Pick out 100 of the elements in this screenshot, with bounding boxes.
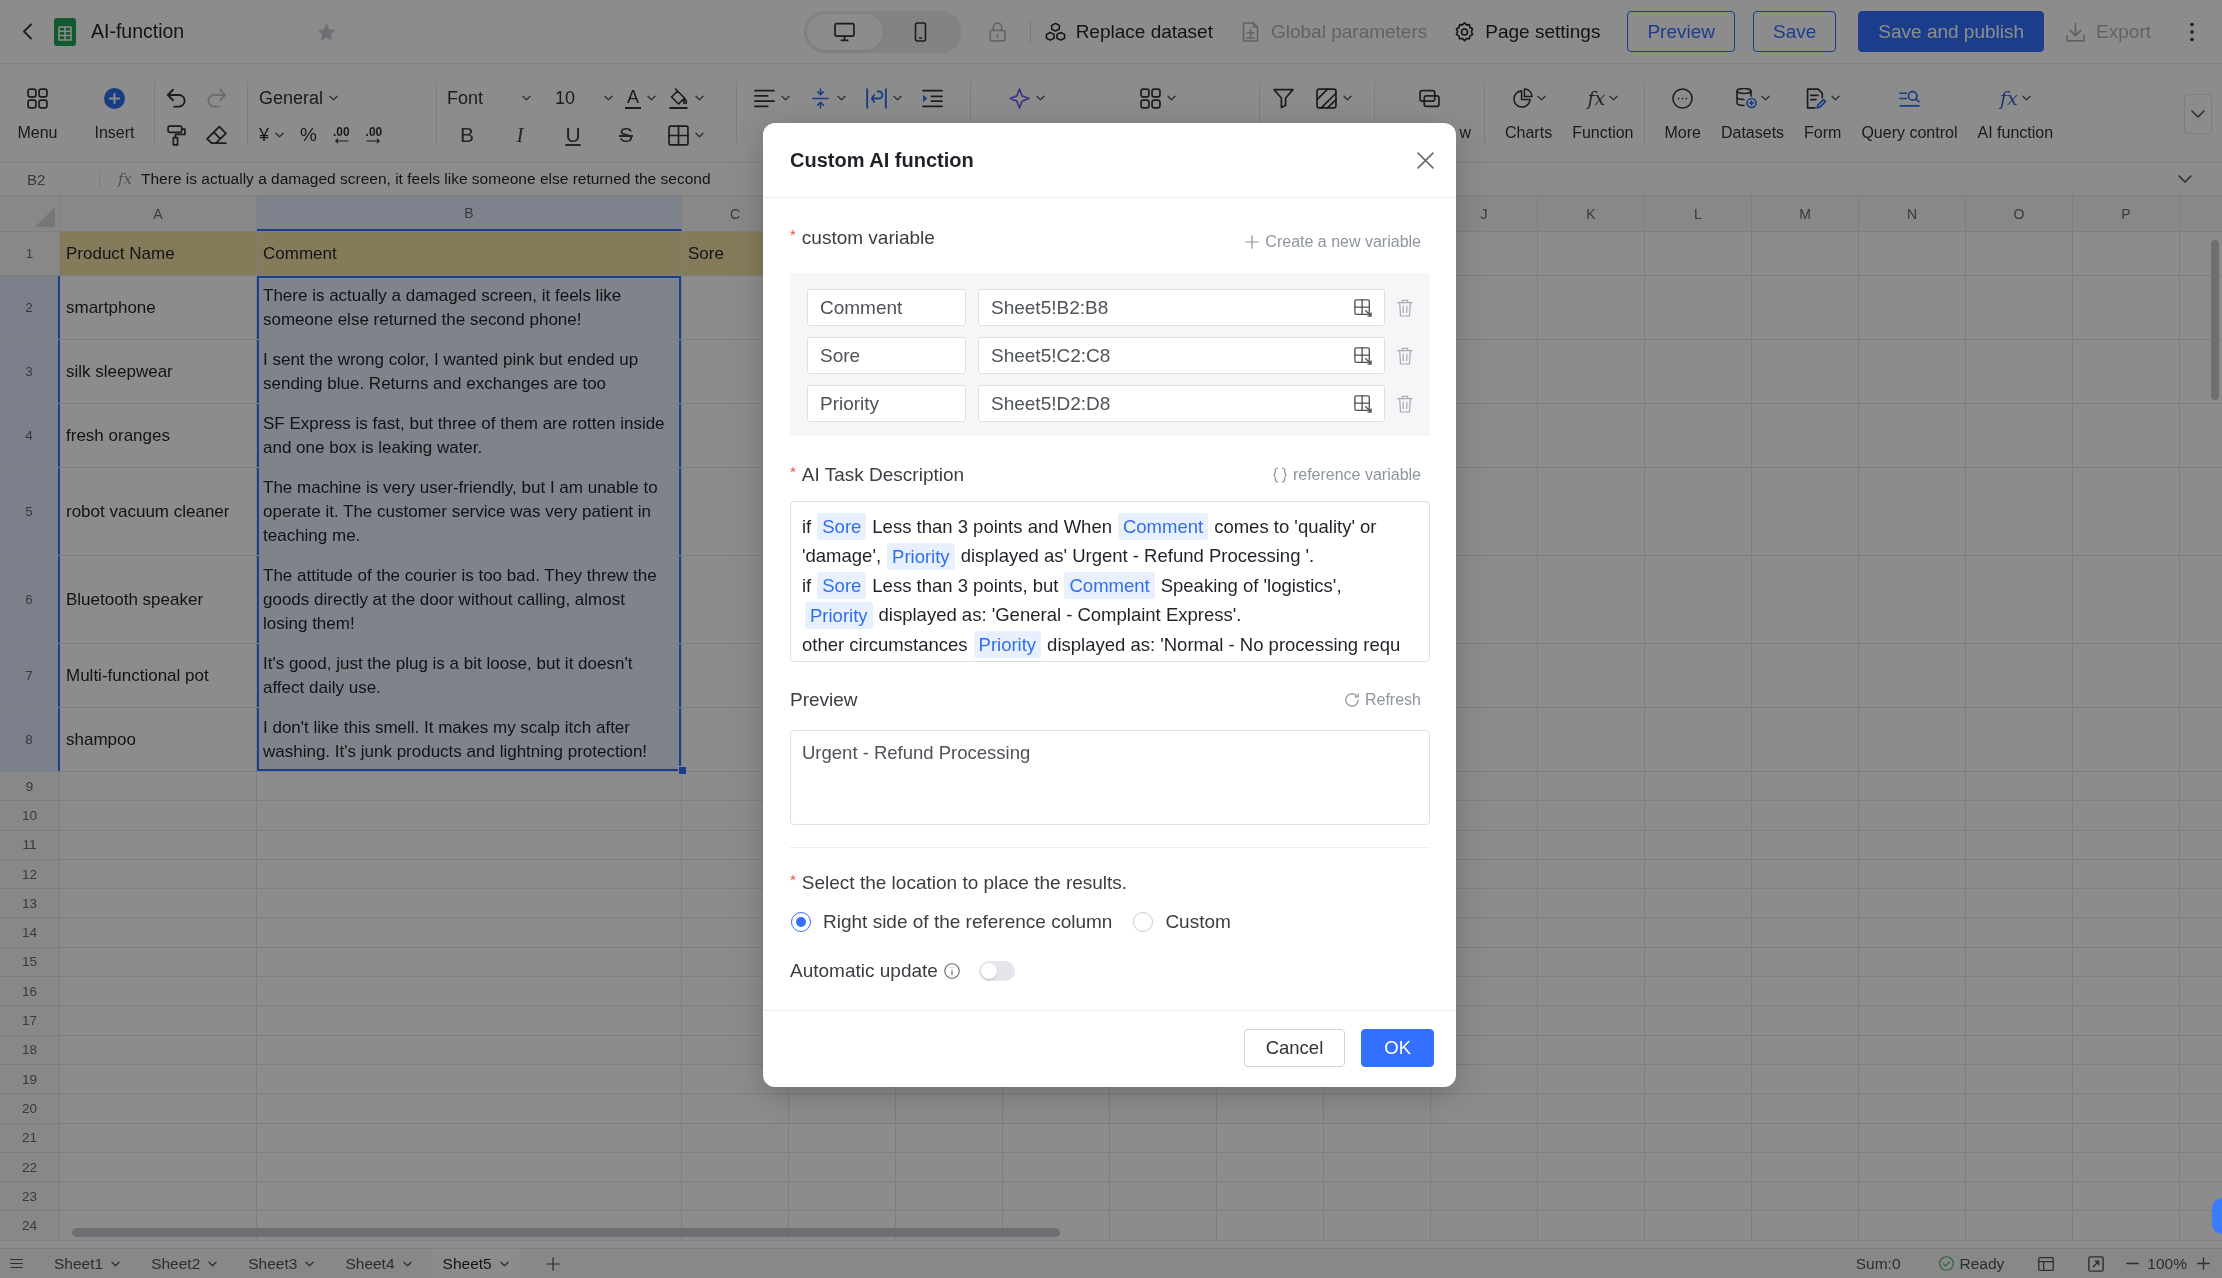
header-action[interactable]: Page settings [1454, 20, 1601, 43]
range-field[interactable]: Sheet5!D2:D8 [978, 385, 1385, 422]
toolbar-button[interactable]: Datasets [1710, 64, 1795, 143]
chevron-down-icon[interactable] [2178, 175, 2192, 183]
header-action[interactable]: Replace dataset [1044, 20, 1213, 43]
header-button[interactable]: Save [1753, 11, 1837, 52]
column-header[interactable]: L [1645, 196, 1752, 231]
header-button[interactable]: Save and publish [1858, 11, 2045, 52]
row-header[interactable]: 21 [0, 1123, 60, 1152]
row-header[interactable]: 8 [0, 708, 60, 771]
formula-input[interactable]: There is actually a damaged screen, it feels like someone else returned the second [141, 170, 711, 188]
radio-label[interactable]: Custom [1165, 911, 1231, 933]
select-range-icon[interactable] [1354, 394, 1372, 413]
borders-icon[interactable] [668, 124, 689, 146]
font-dropdown[interactable]: Font [447, 87, 531, 109]
column-header[interactable]: P [2073, 196, 2180, 231]
align-left-icon[interactable] [754, 87, 775, 109]
collapse-button[interactable] [2184, 94, 2212, 134]
strikethrough-button[interactable]: S [615, 123, 637, 147]
radio-button[interactable] [791, 912, 811, 932]
indent-icon[interactable] [922, 87, 943, 109]
fill-handle[interactable] [678, 766, 687, 775]
paint-bucket-icon[interactable] [668, 87, 689, 109]
scrollbar-thumb[interactable] [72, 1228, 1060, 1237]
row-header[interactable]: 7 [0, 644, 60, 707]
stacked-windows-icon[interactable] [1419, 87, 1440, 109]
font-color-button[interactable]: A [625, 87, 656, 109]
sheet-tab[interactable]: Sheet3 [237, 1249, 326, 1278]
menu-icon[interactable] [10, 1258, 23, 1269]
toolbar-button[interactable]: Insert [75, 64, 154, 143]
caret-icon[interactable] [1167, 95, 1176, 101]
toolbar-button[interactable]: Form [1794, 64, 1852, 143]
column-header[interactable]: M [1752, 196, 1859, 231]
undo-icon[interactable] [166, 87, 187, 109]
toolbar-button[interactable]: fx AI function [1967, 64, 2064, 143]
row-header[interactable]: 5 [0, 468, 60, 555]
decrease-decimal-button[interactable]: .00 [332, 126, 350, 144]
star-icon[interactable] [317, 22, 337, 41]
scrollbar-thumb[interactable] [2211, 240, 2219, 400]
view-mode-button[interactable] [806, 13, 883, 50]
column-header[interactable]: K [1538, 196, 1645, 231]
toolbar-button[interactable]: Query control [1851, 64, 1968, 143]
row-header[interactable]: 24 [0, 1211, 60, 1240]
task-description-field[interactable] [790, 501, 1430, 662]
row-header[interactable]: 16 [0, 977, 60, 1006]
row-header[interactable]: 19 [0, 1064, 60, 1094]
sheet-tab[interactable]: Sheet4 [334, 1249, 423, 1278]
hatched-square-icon[interactable] [1316, 87, 1337, 109]
row-header[interactable]: 11 [0, 830, 60, 859]
percent-button[interactable]: % [300, 124, 317, 146]
toggle-switch[interactable] [978, 961, 1015, 981]
range-field[interactable]: Sheet5!B2:B8 [978, 289, 1385, 326]
cell-reference[interactable]: B2 [0, 170, 99, 188]
currency-button[interactable]: ¥ [259, 124, 284, 146]
column-header[interactable]: O [1966, 196, 2073, 231]
row-header[interactable]: 18 [0, 1035, 60, 1064]
vertical-center-icon[interactable] [810, 87, 831, 109]
toolbar-button[interactable]: Menu [0, 64, 75, 143]
caret-icon[interactable] [695, 132, 704, 138]
refresh-link[interactable]: Refresh [1344, 691, 1421, 709]
row-header[interactable]: 4 [0, 404, 60, 467]
toolbar-button[interactable]: More [1654, 64, 1711, 143]
info-icon[interactable] [943, 963, 960, 979]
caret-icon[interactable] [893, 95, 902, 101]
range-field[interactable]: Sheet5!C2:C8 [978, 337, 1385, 374]
toolbar-button[interactable]: fx Function [1562, 64, 1644, 143]
row-header[interactable]: 13 [0, 889, 60, 918]
number-format-dropdown[interactable]: General [259, 87, 339, 109]
sheet-tab[interactable]: Sheet5 [431, 1249, 520, 1278]
header-button[interactable]: Preview [1627, 11, 1735, 52]
plus-icon[interactable] [2197, 1257, 2210, 1270]
caret-icon[interactable] [837, 95, 846, 101]
select-range-icon[interactable] [1354, 346, 1372, 365]
row-header[interactable]: 14 [0, 918, 60, 947]
column-header[interactable]: N [1859, 196, 1966, 231]
expand-icon[interactable] [2088, 1255, 2105, 1272]
row-header[interactable]: 12 [0, 859, 60, 889]
row-header[interactable]: 6 [0, 556, 60, 643]
trash-icon[interactable] [1397, 298, 1413, 317]
row-header[interactable]: 10 [0, 801, 60, 830]
sheet-tab[interactable]: Sheet1 [43, 1249, 132, 1278]
trash-icon[interactable] [1397, 394, 1413, 413]
caret-icon[interactable] [1036, 95, 1045, 101]
row-header[interactable]: 22 [0, 1152, 60, 1182]
select-range-icon[interactable] [1354, 298, 1372, 317]
caret-icon[interactable] [695, 95, 704, 101]
row-header[interactable]: 3 [0, 340, 60, 403]
italic-button[interactable]: I [509, 122, 531, 148]
toolbar-button[interactable]: Charts [1495, 64, 1563, 143]
grid-view-icon[interactable] [2038, 1255, 2055, 1272]
reference-variable-link[interactable]: reference variable [1272, 466, 1421, 484]
radio-label[interactable]: Right side of the reference column [823, 911, 1113, 933]
wrap-text-icon[interactable] [866, 87, 887, 109]
grid-icon[interactable] [1140, 87, 1161, 109]
plus-icon[interactable] [545, 1256, 560, 1271]
create-variable-link[interactable]: Create a new variable [1245, 232, 1421, 251]
increase-decimal-button[interactable]: .00 [365, 126, 383, 144]
font-size-dropdown[interactable]: 10 [555, 87, 613, 109]
sheet-tab[interactable]: Sheet2 [140, 1249, 229, 1278]
sparkle-icon[interactable] [1009, 87, 1030, 109]
